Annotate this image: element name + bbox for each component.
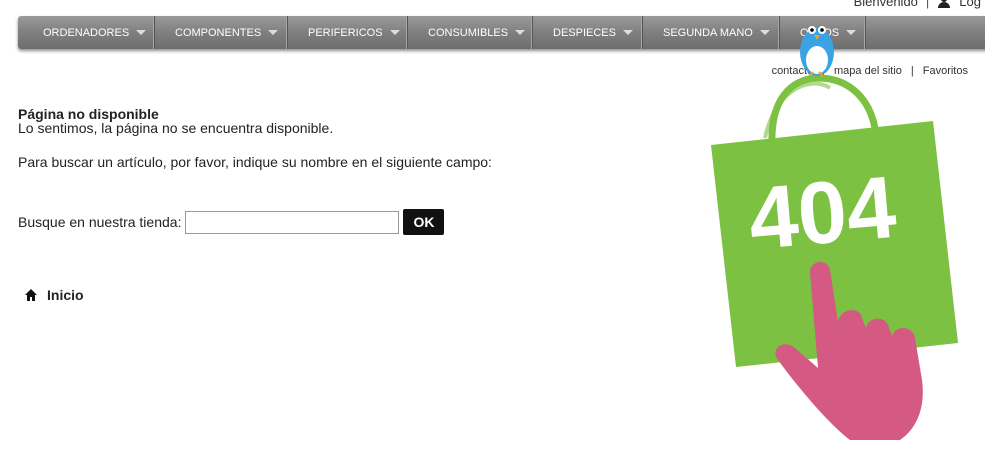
user-icon (937, 0, 951, 8)
error-content: Página no disponible Lo sentimos, la pág… (18, 107, 492, 169)
search-label: Busque en nuestra tienda: (18, 214, 182, 230)
top-user-bar: Bienvenido | Log (854, 0, 981, 9)
nav-label: DESPIECES (553, 26, 616, 39)
chevron-down-icon (759, 30, 770, 35)
home-icon (25, 289, 37, 301)
chevron-down-icon (268, 30, 279, 35)
bag-404-text: 404 (745, 157, 900, 268)
home-label: Inicio (47, 287, 84, 303)
nav-item-ordenadores[interactable]: ORDENADORES (18, 16, 155, 49)
login-link[interactable]: Log (959, 0, 981, 9)
nav-label: PERIFERICOS (308, 26, 383, 39)
nav-item-perifericos[interactable]: PERIFERICOS (288, 16, 408, 49)
ok-button[interactable]: OK (403, 209, 445, 235)
404-bag-illustration: 404 (711, 74, 958, 440)
welcome-text: Bienvenido (853, 0, 918, 9)
nav-label: COMPONENTES (175, 26, 262, 39)
chevron-down-icon (515, 30, 526, 35)
nav-item-componentes[interactable]: COMPONENTES (155, 16, 288, 49)
chevron-down-icon (622, 30, 633, 35)
nav-item-consumibles[interactable]: CONSUMIBLES (408, 16, 533, 49)
nav-item-despieces[interactable]: DESPIECES (533, 16, 643, 49)
nav-label: SEGUNDA MANO (663, 26, 753, 39)
chevron-down-icon (136, 30, 147, 35)
nav-label: ORDENADORES (43, 26, 130, 39)
twitter-bird-icon (800, 26, 834, 77)
chevron-down-icon (389, 30, 400, 35)
search-form: Busque en nuestra tienda: OK (18, 209, 445, 235)
error-message: Lo sentimos, la página no se encuentra d… (18, 120, 334, 136)
home-link[interactable]: Inicio (25, 287, 84, 303)
nav-item-segunda-mano[interactable]: SEGUNDA MANO (643, 16, 780, 49)
search-instruction: Para buscar un artículo, por favor, indi… (18, 154, 492, 170)
page-title: Página no disponible (18, 106, 159, 122)
nav-label: CONSUMIBLES (428, 26, 509, 39)
search-input[interactable] (185, 210, 400, 234)
chevron-down-icon (846, 30, 857, 35)
topbar-separator: | (925, 0, 930, 9)
